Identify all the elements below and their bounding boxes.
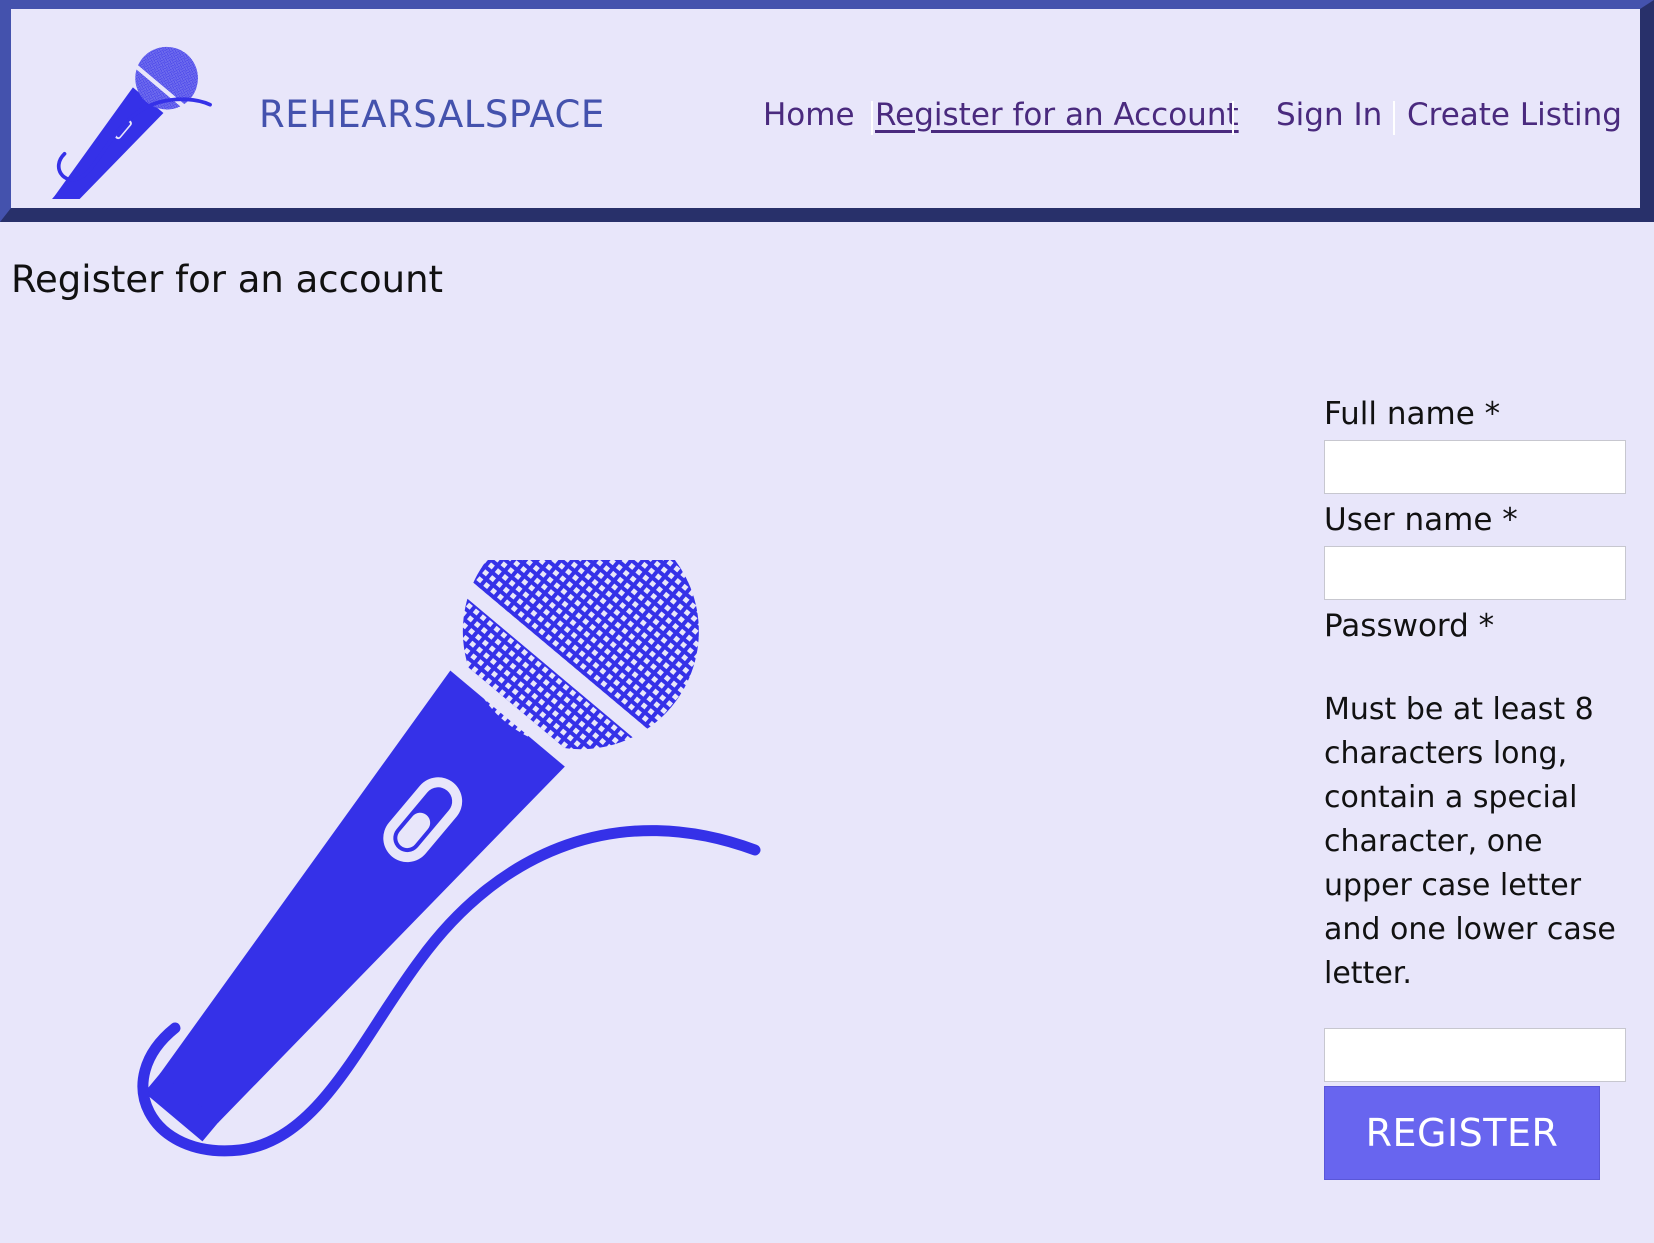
nav-create-listing-link[interactable]: Create Listing [1407, 97, 1622, 133]
full-name-label: Full name * [1324, 396, 1501, 432]
nav-home-link[interactable]: Home [763, 97, 855, 133]
user-name-label: User name * [1324, 502, 1518, 538]
nav-sign-in-link[interactable]: Sign In [1276, 97, 1382, 133]
microphone-icon [137, 513, 761, 1157]
microphone-icon [50, 46, 212, 214]
password-input[interactable] [1324, 1028, 1626, 1082]
user-name-input[interactable] [1324, 546, 1626, 600]
logo[interactable] [50, 29, 231, 214]
password-hint: Must be at least 8 characters long, cont… [1324, 692, 1616, 991]
nav-separator [1393, 101, 1395, 135]
nav-separator [1232, 101, 1234, 135]
page-title: Register for an account [11, 258, 444, 301]
password-label: Password * [1324, 608, 1495, 644]
register-button[interactable]: REGISTER [1324, 1086, 1600, 1180]
brand-name[interactable]: REHEARSALSPACE [259, 93, 605, 136]
site-header: REHEARSALSPACE Home Register for an Acco… [0, 0, 1654, 222]
hero-illustration [120, 513, 780, 1200]
nav-register-link[interactable]: Register for an Account [875, 97, 1239, 133]
full-name-input[interactable] [1324, 440, 1626, 494]
nav-separator [871, 101, 873, 135]
